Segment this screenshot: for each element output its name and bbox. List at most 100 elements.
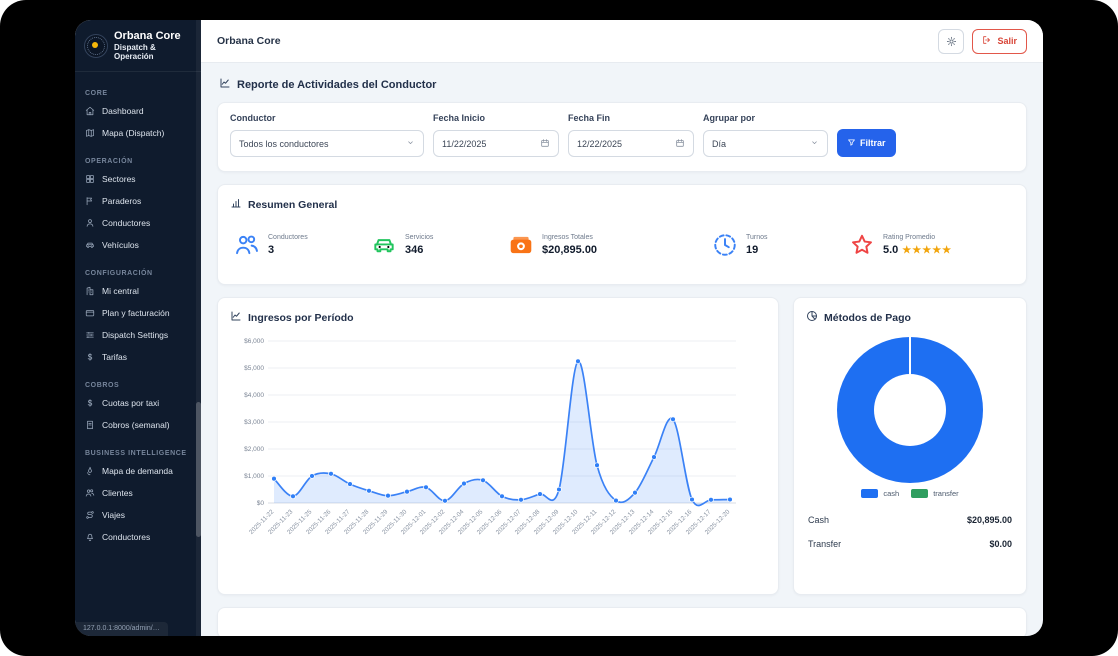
topbar: Orbana Core Salir [201, 20, 1043, 63]
next-card-partial [217, 607, 1027, 636]
user-icon [85, 218, 95, 228]
sidebar-item-cuotas-por-taxi[interactable]: Cuotas por taxi [75, 392, 201, 414]
sidebar-item-clientes[interactable]: Clientes [75, 482, 201, 504]
sidebar-item-mapa-dispatch-[interactable]: Mapa (Dispatch) [75, 122, 201, 144]
sidebar-item-veh-culos[interactable]: Vehículos [75, 234, 201, 256]
sidebar-item-label: Tarifas [102, 352, 127, 362]
logout-icon [982, 35, 992, 45]
stat-value-text: $20,895.00 [542, 244, 597, 256]
payment-methods-title: Métodos de Pago [806, 310, 1014, 325]
chevron-down-icon [810, 138, 819, 149]
stat-label: Servicios [405, 234, 433, 241]
sidebar-item-viajes[interactable]: Viajes [75, 504, 201, 526]
stat-label: Ingresos Totales [542, 234, 597, 241]
svg-text:$0: $0 [257, 500, 265, 507]
calendar-icon [675, 138, 685, 148]
orbit-dot-icon [84, 34, 108, 58]
sidebar-item-cobros-semanal-[interactable]: Cobros (semanal) [75, 414, 201, 436]
sidebar-scrollbar-thumb[interactable] [196, 402, 201, 538]
filter-icon [847, 138, 856, 149]
sidebar-item-tarifas[interactable]: Tarifas [75, 346, 201, 368]
chevron-down-icon [406, 138, 415, 149]
fecha-inicio-field [433, 130, 559, 157]
agrupar-label: Agrupar por [703, 113, 828, 123]
chart-line-icon [230, 310, 242, 325]
payments-donut-chart [837, 337, 983, 483]
filter-card: Conductor Todos los conductores Fecha In… [217, 102, 1027, 172]
sidebar-section-header: COBROS [75, 378, 201, 392]
stat-rating-promedio: Rating Promedio5.0★★★★★ [849, 232, 986, 258]
fecha-fin-input[interactable] [577, 139, 667, 149]
fecha-inicio-input[interactable] [442, 139, 532, 149]
filter-icon [847, 138, 856, 147]
stat-conductores: Conductores3 [234, 232, 371, 258]
theme-toggle-button[interactable] [938, 29, 964, 54]
sidebar-section-header: CONFIGURACIÓN [75, 266, 201, 280]
chevron-down-icon [406, 138, 415, 147]
sidebar-item-mapa-de-demanda[interactable]: Mapa de demanda [75, 460, 201, 482]
sidebar-item-sectores[interactable]: Sectores [75, 168, 201, 190]
stat-value: 19 [746, 244, 768, 256]
status-url-tooltip: 127.0.0.1:8000/admin/… [75, 622, 168, 636]
dollar-icon [85, 398, 95, 408]
agrupar-select[interactable]: Día [703, 130, 828, 157]
sidebar-section: BUSINESS INTELLIGENCEMapa de demandaClie… [75, 446, 201, 548]
route-icon [85, 510, 95, 520]
logout-icon [982, 35, 992, 47]
credit-card-icon [85, 308, 95, 318]
stat-value: 3 [268, 244, 308, 256]
calendar-icon[interactable] [540, 138, 550, 150]
legend-item-cash[interactable]: cash [861, 489, 899, 498]
filter-button[interactable]: Filtrar [837, 129, 896, 157]
sidebar-section-header: CORE [75, 86, 201, 100]
sidebar-section: COBROSCuotas por taxiCobros (semanal) [75, 378, 201, 436]
stat-ingresos-totales: Ingresos Totales $20,895.00 [508, 232, 712, 258]
sidebar-item-mi-central[interactable]: Mi central [75, 280, 201, 302]
fecha-fin-field [568, 130, 694, 157]
stat-value-text: 3 [268, 244, 274, 256]
chart-line-icon [230, 310, 242, 322]
sidebar-scrollbar-track[interactable] [196, 20, 201, 636]
legend-label: cash [883, 489, 899, 498]
stat-turnos: Turnos19 [712, 232, 849, 258]
payment-row-cash: Cash$20,895.00 [806, 508, 1014, 532]
svg-text:$6,000: $6,000 [244, 338, 264, 345]
sidebar-item-dispatch-settings[interactable]: Dispatch Settings [75, 324, 201, 346]
income-line-chart: $0$1,000$2,000$3,000$4,000$5,000$6,00020… [230, 331, 742, 567]
svg-text:$2,000: $2,000 [244, 446, 264, 453]
donut-hole [874, 374, 946, 446]
calendar-icon [540, 138, 550, 148]
stat-value: 346 [405, 244, 433, 256]
sidebar-item-dashboard[interactable]: Dashboard [75, 100, 201, 122]
sidebar-item-label: Mapa (Dispatch) [102, 128, 164, 138]
legend-swatch-cash [861, 489, 878, 498]
conductor-select[interactable]: Todos los conductores [230, 130, 424, 157]
fecha-inicio-label: Fecha Inicio [433, 113, 559, 123]
payment-method-value: $0.00 [989, 539, 1012, 549]
payment-method-value: $20,895.00 [967, 515, 1012, 525]
payment-row-transfer: Transfer $0.00 [806, 532, 1014, 556]
sliders-icon [85, 330, 95, 340]
chart-line-icon [219, 77, 231, 92]
sidebar: Orbana Core Dispatch & Operación COREDas… [75, 20, 201, 636]
sidebar-item-label: Clientes [102, 488, 133, 498]
payment-method-label: Transfer [808, 539, 841, 549]
legend-item-transfer[interactable]: transfer [911, 489, 958, 498]
sidebar-section: CONFIGURACIÓNMi central Plan y facturació… [75, 266, 201, 368]
sidebar-item-conductores[interactable]: Conductores [75, 526, 201, 548]
app-logo[interactable]: Orbana Core Dispatch & Operación [75, 20, 201, 72]
sidebar-item-conductores[interactable]: Conductores [75, 212, 201, 234]
sidebar-item-paraderos[interactable]: Paraderos [75, 190, 201, 212]
sidebar-item-label: Mapa de demanda [102, 466, 173, 476]
sidebar-item-label: Dispatch Settings [102, 330, 168, 340]
logout-button[interactable]: Salir [972, 29, 1027, 54]
users-icon [234, 232, 260, 258]
stat-value: $20,895.00 [542, 244, 597, 256]
pie-chart-icon [806, 310, 818, 325]
stat-servicios: Servicios 346 [371, 232, 508, 258]
legend-label: transfer [933, 489, 958, 498]
pie-icon [806, 310, 818, 322]
calendar-icon[interactable] [675, 138, 685, 150]
sidebar-item-plan-y-facturaci-n[interactable]: Plan y facturación [75, 302, 201, 324]
sidebar-item-label: Plan y facturación [102, 308, 170, 318]
